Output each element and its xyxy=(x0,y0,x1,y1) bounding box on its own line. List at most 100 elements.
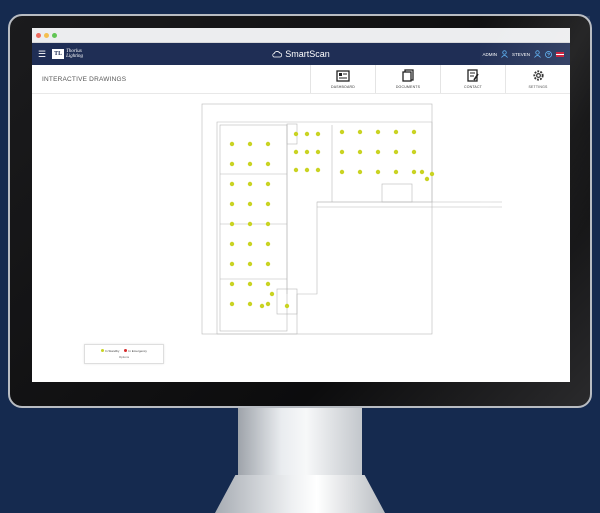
fixture-marker[interactable] xyxy=(229,201,235,207)
fixture-marker[interactable] xyxy=(284,303,290,309)
fixture-marker[interactable] xyxy=(293,167,299,173)
plan-walls xyxy=(201,103,502,335)
user-label[interactable]: STEVEN xyxy=(512,52,530,57)
cloud-icon xyxy=(272,51,283,58)
fixture-marker[interactable] xyxy=(229,261,235,267)
brand-name: SmartScan xyxy=(285,49,330,59)
legend-row: In Standby In Emergency xyxy=(101,349,147,353)
user-icon[interactable] xyxy=(534,50,541,58)
fixture-marker[interactable] xyxy=(229,161,235,167)
fixture-marker[interactable] xyxy=(375,129,381,135)
contact-icon xyxy=(467,69,479,82)
logo-text: Thorlux Lighting xyxy=(66,49,84,59)
screen: ☰ TL Thorlux Lighting SmartScan ADMIN ST… xyxy=(32,28,570,382)
fixture-marker[interactable] xyxy=(375,169,381,175)
contact-button[interactable]: CONTACT xyxy=(440,65,505,93)
fixture-marker[interactable] xyxy=(393,169,399,175)
minimize-dot[interactable] xyxy=(44,32,49,38)
fixture-marker[interactable] xyxy=(265,241,271,247)
maximize-dot[interactable] xyxy=(52,32,57,38)
fixture-marker[interactable] xyxy=(411,129,417,135)
fixture-marker[interactable] xyxy=(357,169,363,175)
fixture-marker[interactable] xyxy=(393,149,399,155)
fixture-marker[interactable] xyxy=(247,201,253,207)
fixture-marker[interactable] xyxy=(265,201,271,207)
fixture-marker[interactable] xyxy=(339,129,345,135)
toolbar: INTERACTIVE DRAWINGS DASHBOARD DOCUMENTS xyxy=(32,65,570,94)
fixture-marker[interactable] xyxy=(411,169,417,175)
settings-button[interactable]: SETTINGS xyxy=(505,65,570,93)
documents-label: DOCUMENTS xyxy=(395,85,421,89)
fixture-marker[interactable] xyxy=(411,149,417,155)
documents-button[interactable]: DOCUMENTS xyxy=(375,65,440,93)
emergency-label: In Emergency xyxy=(128,349,147,353)
hamburger-icon[interactable]: ☰ xyxy=(38,49,46,59)
fixture-marker[interactable] xyxy=(304,167,310,173)
standby-swatch-icon xyxy=(101,349,105,352)
fixture-marker[interactable] xyxy=(265,281,271,287)
fixture-marker[interactable] xyxy=(339,149,345,155)
fixture-marker[interactable] xyxy=(229,281,235,287)
fixture-marker[interactable] xyxy=(265,221,271,227)
drawing-canvas[interactable]: In Standby In Emergency Options xyxy=(32,94,570,382)
logo-mark: TL xyxy=(52,49,65,59)
fixture-marker[interactable] xyxy=(375,149,381,155)
fixture-marker[interactable] xyxy=(357,129,363,135)
legend-caption[interactable]: Options xyxy=(119,355,129,359)
tool-buttons: DASHBOARD DOCUMENTS CONTACT SETTINGS xyxy=(310,65,570,93)
uk-flag-icon[interactable] xyxy=(556,51,564,57)
help-icon[interactable] xyxy=(545,50,552,58)
settings-label: SETTINGS xyxy=(528,85,548,89)
fixture-marker[interactable] xyxy=(304,149,310,155)
fixture-marker[interactable] xyxy=(247,181,253,187)
monitor-stand-base xyxy=(215,475,385,513)
fixture-marker[interactable] xyxy=(419,169,425,175)
fixture-marker[interactable] xyxy=(259,303,265,309)
floor-plan[interactable] xyxy=(32,94,570,382)
fixture-marker[interactable] xyxy=(269,291,275,297)
fixture-marker[interactable] xyxy=(293,131,299,137)
fixture-marker[interactable] xyxy=(315,131,321,137)
legend-item-standby: In Standby xyxy=(101,349,119,353)
contact-label: CONTACT xyxy=(463,85,483,89)
fixture-marker[interactable] xyxy=(393,129,399,135)
monitor-stand-neck xyxy=(238,408,362,480)
brand: SmartScan xyxy=(272,49,330,59)
fixture-marker[interactable] xyxy=(229,141,235,147)
fixture-marker[interactable] xyxy=(315,149,321,155)
admin-label[interactable]: ADMIN xyxy=(482,52,497,57)
fixture-marker[interactable] xyxy=(247,161,253,167)
fixture-marker[interactable] xyxy=(429,171,435,177)
fixture-marker[interactable] xyxy=(357,149,363,155)
fixture-marker[interactable] xyxy=(229,221,235,227)
fixture-marker[interactable] xyxy=(339,169,345,175)
dashboard-icon xyxy=(336,69,350,82)
fixture-marker[interactable] xyxy=(265,261,271,267)
emergency-swatch-icon xyxy=(124,349,128,352)
fixture-marker[interactable] xyxy=(247,221,253,227)
fixture-marker[interactable] xyxy=(424,176,430,182)
dashboard-button[interactable]: DASHBOARD xyxy=(310,65,375,93)
fixture-marker[interactable] xyxy=(247,301,253,307)
fixture-marker[interactable] xyxy=(247,241,253,247)
fixture-marker[interactable] xyxy=(315,167,321,173)
fixture-marker[interactable] xyxy=(293,149,299,155)
fixture-marker[interactable] xyxy=(265,141,271,147)
fixture-marker[interactable] xyxy=(247,281,253,287)
legend: In Standby In Emergency Options xyxy=(84,344,164,364)
fixture-marker[interactable] xyxy=(229,241,235,247)
fixture-marker[interactable] xyxy=(265,301,271,307)
fixture-marker[interactable] xyxy=(265,181,271,187)
fixture-marker[interactable] xyxy=(229,301,235,307)
documents-icon xyxy=(402,69,414,82)
admin-user-icon[interactable] xyxy=(501,50,508,58)
fixture-marker[interactable] xyxy=(265,161,271,167)
legend-item-emergency: In Emergency xyxy=(124,349,147,353)
close-dot[interactable] xyxy=(36,32,41,38)
browser-chrome xyxy=(32,28,570,43)
fixture-marker[interactable] xyxy=(247,261,253,267)
fixture-marker[interactable] xyxy=(304,131,310,137)
fixture-marker[interactable] xyxy=(247,141,253,147)
standby-label: In Standby xyxy=(105,349,120,353)
fixture-marker[interactable] xyxy=(229,181,235,187)
